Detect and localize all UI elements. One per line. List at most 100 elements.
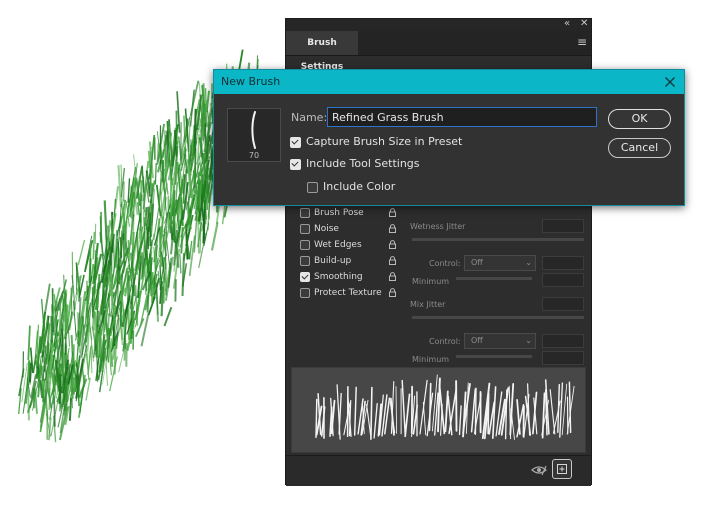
- preview-stroke: [431, 374, 438, 432]
- preview-stroke: [541, 392, 546, 439]
- option-label: Build-up: [314, 256, 352, 266]
- grass-blade: [88, 258, 92, 283]
- grass-blade: [205, 90, 211, 113]
- tab-brush-settings[interactable]: Brush Settings: [286, 31, 358, 72]
- preview-stroke: [508, 385, 512, 440]
- include-tool-settings-option[interactable]: Include Tool Settings: [290, 156, 490, 172]
- wetness-jitter-value-field[interactable]: [542, 219, 584, 233]
- preview-stroke: [568, 381, 572, 434]
- include-tool-settings-label: Include Tool Settings: [306, 157, 420, 170]
- grass-blade: [77, 239, 86, 266]
- control-value-field[interactable]: [542, 256, 584, 270]
- checkbox-brush-pose[interactable]: [300, 208, 310, 218]
- checkbox-wet-edges[interactable]: [300, 240, 310, 250]
- grass-blade: [124, 220, 128, 250]
- mix-jitter-label: Mix Jitter: [410, 300, 446, 309]
- close-icon[interactable]: ✕: [580, 18, 588, 30]
- include-color-checkbox[interactable]: [307, 182, 318, 193]
- panel-menu-icon[interactable]: ≡: [577, 35, 587, 49]
- close-icon[interactable]: [662, 74, 678, 90]
- preview-stroke: [474, 387, 477, 436]
- option-wet-edges[interactable]: Wet Edges: [300, 237, 400, 253]
- option-label: Smoothing: [314, 272, 363, 282]
- ok-button[interactable]: OK: [608, 109, 671, 129]
- brush-name-input[interactable]: [327, 107, 597, 127]
- mix-jitter-value-field[interactable]: [542, 297, 584, 311]
- control-label-2: Control:: [429, 337, 461, 346]
- panel-tab-bar: Brush Settings ≡: [286, 31, 591, 72]
- lock-icon[interactable]: [388, 272, 397, 281]
- capture-brush-size-label: Capture Brush Size in Preset: [306, 135, 463, 148]
- lock-icon[interactable]: [388, 208, 397, 217]
- grass-blade: [92, 231, 96, 260]
- toggle-live-tip-preview-icon[interactable]: [530, 461, 548, 479]
- grass-blade: [98, 328, 102, 358]
- lock-icon[interactable]: [388, 256, 397, 265]
- grass-blade: [91, 287, 94, 319]
- control-dropdown-value: Off: [471, 258, 483, 267]
- grass-blade: [58, 374, 62, 404]
- preview-stroke: [559, 382, 564, 438]
- minimum-label-2: Minimum: [412, 355, 450, 364]
- cancel-button[interactable]: Cancel: [608, 138, 671, 158]
- preview-stroke: [487, 392, 490, 435]
- chevron-down-icon: ⌄: [525, 258, 532, 267]
- option-label: Wet Edges: [314, 240, 362, 250]
- minimum-slider-2[interactable]: [456, 355, 532, 358]
- dialog-title-bar: New Brush: [214, 70, 684, 94]
- control-label: Control:: [429, 259, 461, 268]
- preview-stroke: [557, 383, 561, 434]
- include-color-option[interactable]: Include Color: [307, 179, 457, 195]
- option-brush-pose[interactable]: Brush Pose: [300, 205, 400, 221]
- stroke-preview-art: [315, 374, 575, 440]
- option-label: Brush Pose: [314, 208, 364, 218]
- wetness-jitter-label: Wetness Jitter: [410, 222, 466, 231]
- preview-stroke: [395, 386, 398, 434]
- grass-blade: [210, 221, 219, 251]
- checkbox-noise[interactable]: [300, 224, 310, 234]
- lock-icon[interactable]: [388, 288, 397, 297]
- grass-blade: [90, 345, 93, 374]
- wetness-jitter-slider[interactable]: [412, 238, 584, 241]
- preview-stroke: [353, 386, 357, 436]
- grass-blade: [119, 301, 123, 327]
- option-build-up[interactable]: Build-up: [300, 253, 400, 269]
- preview-stroke: [438, 384, 446, 435]
- option-protect-texture[interactable]: Protect Texture: [300, 285, 400, 301]
- grass-blade: [203, 219, 206, 240]
- panel-footer: [286, 455, 591, 486]
- lock-icon[interactable]: [388, 240, 397, 249]
- grass-blade: [103, 200, 108, 241]
- collapse-icon[interactable]: «: [564, 18, 570, 30]
- lock-icon[interactable]: [388, 224, 397, 233]
- minimum-value-field-2[interactable]: [542, 351, 584, 365]
- grass-blade: [163, 306, 173, 327]
- preview-stroke: [444, 390, 449, 433]
- checkbox-build-up[interactable]: [300, 256, 310, 266]
- option-noise[interactable]: Noise: [300, 221, 400, 237]
- include-color-label: Include Color: [323, 180, 396, 193]
- minimum-slider[interactable]: [456, 277, 532, 280]
- option-smoothing[interactable]: Smoothing: [300, 269, 400, 285]
- control-dropdown-2[interactable]: Off ⌄: [464, 333, 536, 349]
- grass-blade: [167, 262, 172, 288]
- capture-brush-size-option[interactable]: Capture Brush Size in Preset: [290, 134, 490, 150]
- control-value-field-2[interactable]: [542, 334, 584, 348]
- create-new-brush-button[interactable]: [552, 459, 572, 479]
- control-dropdown[interactable]: Off ⌄: [464, 255, 536, 271]
- preview-stroke: [373, 403, 378, 439]
- preview-stroke: [428, 382, 432, 432]
- option-label: Noise: [314, 224, 339, 234]
- checkbox-smoothing[interactable]: [300, 272, 310, 282]
- grass-blade: [28, 362, 33, 383]
- include-tool-settings-checkbox[interactable]: [290, 159, 301, 170]
- grass-blade: [85, 377, 91, 401]
- panel-title-bar: « ✕: [286, 18, 591, 31]
- mix-jitter-slider[interactable]: [412, 316, 584, 319]
- minimum-value-field[interactable]: [542, 273, 584, 287]
- chevron-down-icon: ⌄: [525, 336, 532, 345]
- grass-blade: [48, 417, 52, 441]
- checkbox-protect-texture[interactable]: [300, 288, 310, 298]
- preview-stroke: [422, 401, 427, 436]
- capture-brush-size-checkbox[interactable]: [290, 137, 301, 148]
